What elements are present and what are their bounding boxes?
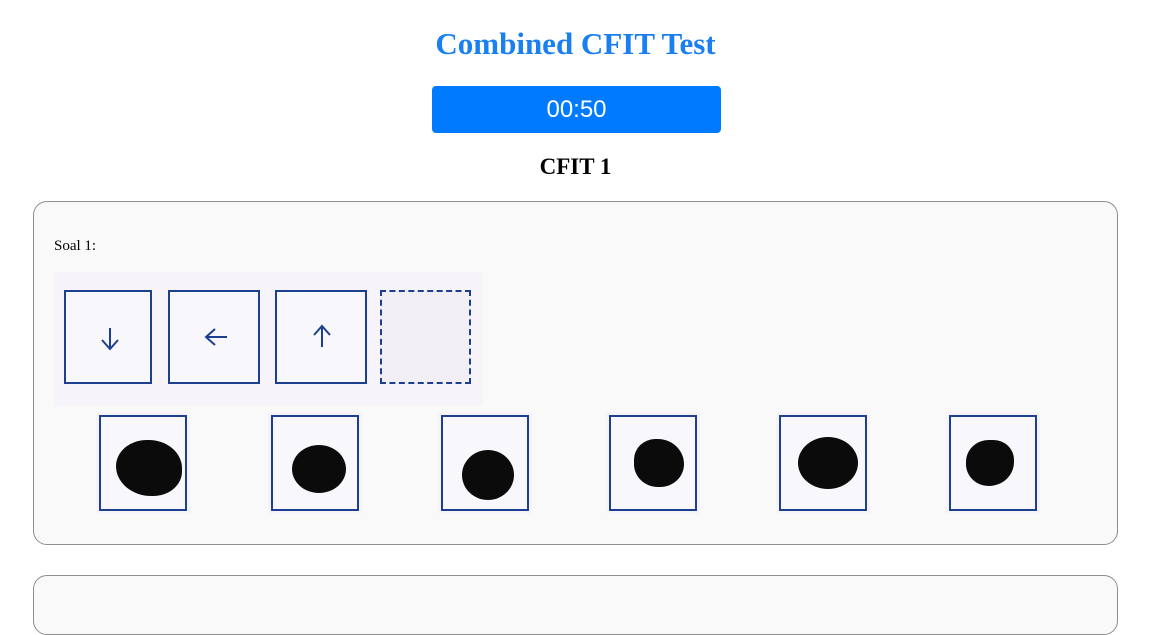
stimulus-box-1 — [64, 290, 152, 384]
stimulus-box-3 — [275, 290, 367, 384]
page-title: Combined CFIT Test — [435, 26, 716, 61]
question-label: Soal 1: — [54, 238, 97, 254]
answer-option-6[interactable] — [946, 412, 1040, 514]
answer-option-2[interactable] — [268, 412, 362, 514]
filled-circle-icon — [798, 437, 858, 489]
filled-circle-icon — [462, 450, 514, 500]
arrow-left-icon — [204, 328, 227, 346]
answer-option-5[interactable] — [776, 412, 870, 514]
arrow-down-icon — [101, 328, 119, 351]
arrow-up-icon — [313, 324, 331, 347]
answer-option-3[interactable] — [438, 412, 532, 514]
filled-circle-icon — [634, 439, 684, 487]
timer-display: 00:50 — [432, 86, 721, 133]
answer-option-1[interactable] — [96, 412, 190, 514]
question-stimulus-image — [54, 272, 483, 406]
stimulus-box-2 — [168, 290, 260, 384]
answer-options — [96, 412, 1056, 518]
question-card: Soal 1: — [33, 201, 1118, 545]
section-title: CFIT 1 — [539, 154, 612, 179]
filled-circle-icon — [292, 445, 346, 493]
filled-circle-icon — [116, 440, 182, 496]
next-question-card — [33, 575, 1118, 635]
empty-answer-slot — [380, 290, 471, 384]
answer-option-4[interactable] — [606, 412, 700, 514]
